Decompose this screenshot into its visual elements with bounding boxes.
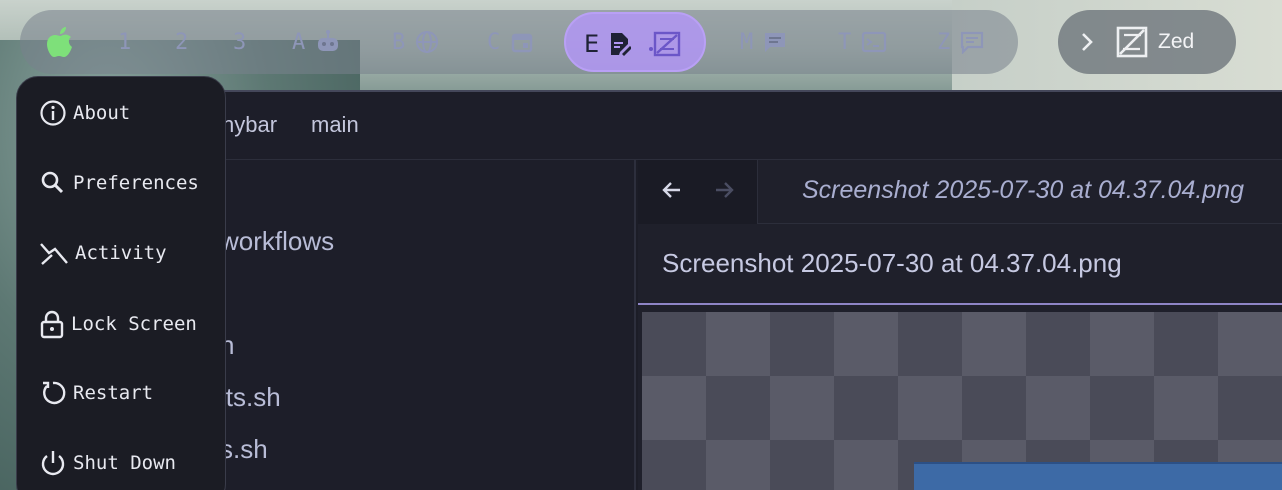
workspace-1[interactable]: 1 [118,10,131,74]
breadcrumb-branch[interactable]: main [311,112,359,138]
preview-image [914,462,1282,490]
calendar-icon [512,33,533,53]
zed-icon [1116,26,1148,58]
workspace-e-content: E [584,12,683,76]
file-tree-item[interactable]: lts.sh [220,382,281,413]
image-file-name: Screenshot 2025-07-30 at 04.37.04.png [662,248,1122,278]
image-preview [642,312,1282,490]
terminal-icon [862,31,887,53]
workspace-label: C [487,29,501,55]
menu-item-restart[interactable]: Restart [39,379,153,407]
front-app: Zed [1116,26,1194,58]
chat-bubble-icon [961,31,984,54]
info-icon [40,100,66,126]
lock-icon [40,310,64,339]
menu-item-label: Shut Down [73,452,176,474]
workspace-label: M [740,29,754,55]
file-tree-item[interactable]: s.sh [220,434,268,465]
front-app-indicator[interactable]: Zed [1058,10,1236,74]
tab-title[interactable]: Screenshot 2025-07-30 at 04.37.04.png [802,176,1244,205]
search-icon [41,171,64,194]
nav-buttons [638,160,758,224]
workspace-c[interactable]: C [487,10,534,74]
divider [758,223,1282,224]
zed-icon [649,31,681,57]
workspace-e[interactable]: E [564,12,706,72]
workspace-z[interactable]: Z [937,10,984,74]
workspace-t[interactable]: T [838,10,887,74]
workspace-b[interactable]: B [392,10,439,74]
apple-menu: About Preferences Activity Lock Screen R… [16,76,226,490]
workspace-label: 1 [118,29,132,55]
menu-item-label: About [73,102,131,124]
workspace-m[interactable]: M [740,10,787,74]
arrow-left-icon[interactable] [660,178,684,202]
workspace-a[interactable]: A [292,10,341,74]
menu-item-label: Restart [73,382,154,404]
status-bar: 1 2 3 A B C E M T Z [20,10,1018,74]
apple-icon[interactable] [46,25,78,59]
workspace-label: A [292,29,306,55]
workspace-label: 3 [233,29,247,55]
menu-item-label: Activity [75,242,167,264]
editor-pane: Screenshot 2025-07-30 at 04.37.04.png Sc… [638,160,1282,490]
front-app-name: Zed [1158,30,1195,53]
menu-item-shut-down[interactable]: Shut Down [39,449,176,477]
menu-item-label: Lock Screen [71,313,197,335]
activity-icon [40,243,68,265]
menu-item-lock-screen[interactable]: Lock Screen [39,309,197,339]
menu-item-about[interactable]: About [39,99,130,127]
workspace-label: B [392,29,406,55]
chat-icon [765,33,786,52]
workspace-label: T [838,29,852,55]
breadcrumb-project[interactable]: hybar [222,112,277,138]
workspace-label: Z [937,29,951,55]
divider [638,303,1282,305]
restart-icon [43,381,66,405]
workspace-3[interactable]: 3 [233,10,246,74]
robot-icon [318,30,339,51]
menu-item-activity[interactable]: Activity [39,239,167,267]
chevron-right-icon [1082,33,1093,51]
file-tree-item[interactable]: workflows [220,226,334,257]
workspace-label: 2 [175,29,189,55]
zed-editor-window: hybar main workflows n lts.sh s.sh Scree… [150,90,1282,490]
document-edit-icon [611,33,632,56]
arrow-right-icon[interactable] [712,178,736,202]
workspace-2[interactable]: 2 [175,10,188,74]
menu-item-label: Preferences [73,172,199,194]
globe-icon [416,31,439,53]
menu-item-preferences[interactable]: Preferences [39,169,199,197]
title-bar: hybar main [150,92,1282,160]
workspace-label: E [584,30,600,58]
power-icon [41,451,65,476]
